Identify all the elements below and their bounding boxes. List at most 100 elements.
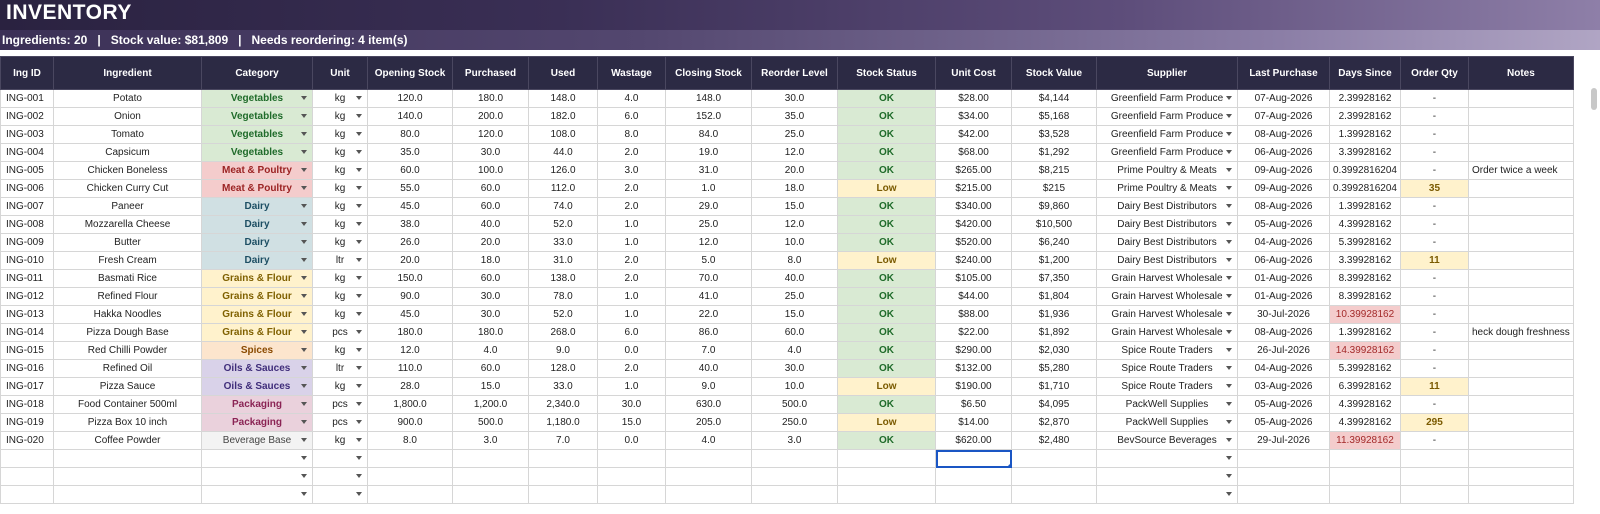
cell-closing-stock[interactable]: 25.0 xyxy=(665,215,752,234)
cell-reorder-level[interactable]: 500.0 xyxy=(751,395,838,414)
cell-unit[interactable]: kg xyxy=(312,233,368,252)
cell-notes[interactable] xyxy=(1467,233,1574,252)
cell-used[interactable]: 7.0 xyxy=(528,431,598,450)
cell-purchased-empty[interactable] xyxy=(452,485,529,504)
chevron-down-icon[interactable] xyxy=(1226,96,1232,100)
cell-supplier[interactable]: Grain Harvest Wholesale xyxy=(1096,305,1238,324)
chevron-down-icon[interactable] xyxy=(1226,114,1232,118)
cell-last-purchase[interactable]: 01-Aug-2026 xyxy=(1237,287,1330,306)
cell-ing-id[interactable]: ING-001 xyxy=(0,89,54,108)
cell-last-purchase-empty[interactable] xyxy=(1237,485,1330,504)
cell-reorder-level-empty[interactable] xyxy=(751,467,838,486)
cell-ing-id[interactable]: ING-017 xyxy=(0,377,54,396)
cell-closing-stock[interactable]: 19.0 xyxy=(665,143,752,162)
cell-stock-status[interactable]: OK xyxy=(837,143,936,162)
cell-reorder-level[interactable]: 12.0 xyxy=(751,215,838,234)
chevron-down-icon[interactable] xyxy=(301,222,307,226)
chevron-down-icon[interactable] xyxy=(1226,222,1232,226)
cell-ingredient[interactable]: Hakka Noodles xyxy=(53,305,202,324)
cell-order-qty[interactable]: 11 xyxy=(1399,251,1469,270)
cell-stock-value[interactable]: $8,215 xyxy=(1011,161,1097,180)
cell-unit-cost[interactable]: $520.00 xyxy=(935,233,1012,252)
cell-reorder-level[interactable]: 25.0 xyxy=(751,287,838,306)
cell-purchased[interactable]: 500.0 xyxy=(452,413,529,432)
chevron-down-icon[interactable] xyxy=(301,420,307,424)
cell-supplier[interactable]: Greenfield Farm Produce xyxy=(1096,143,1238,162)
cell-supplier[interactable]: Spice Route Traders xyxy=(1096,359,1238,378)
cell-ing-id[interactable]: ING-008 xyxy=(0,215,54,234)
cell-notes[interactable]: heck dough freshness xyxy=(1467,323,1574,342)
cell-supplier[interactable]: Prime Poultry & Meats xyxy=(1096,161,1238,180)
chevron-down-icon[interactable] xyxy=(356,420,362,424)
cell-notes[interactable] xyxy=(1467,413,1574,432)
cell-category[interactable]: Vegetables xyxy=(201,125,313,144)
cell-ingredient[interactable]: Pizza Box 10 inch xyxy=(53,413,202,432)
cell-unit[interactable]: kg xyxy=(312,125,368,144)
cell-wastage[interactable]: 6.0 xyxy=(597,323,666,342)
cell-opening-stock[interactable]: 140.0 xyxy=(367,107,453,126)
cell-supplier[interactable]: Dairy Best Distributors xyxy=(1096,233,1238,252)
cell-purchased-empty[interactable] xyxy=(452,467,529,486)
chevron-down-icon[interactable] xyxy=(356,150,362,154)
chevron-down-icon[interactable] xyxy=(1226,294,1232,298)
cell-stock-value[interactable]: $5,168 xyxy=(1011,107,1097,126)
cell-purchased[interactable]: 200.0 xyxy=(452,107,529,126)
cell-stock-status[interactable]: Low xyxy=(837,179,936,198)
cell-purchased[interactable]: 120.0 xyxy=(452,125,529,144)
cell-days-since[interactable]: 8.39928162 xyxy=(1329,269,1401,288)
cell-unit-cost[interactable]: $6.50 xyxy=(935,395,1012,414)
cell-unit-cost[interactable]: $420.00 xyxy=(935,215,1012,234)
column-header[interactable]: Stock Status xyxy=(837,56,936,90)
cell-notes[interactable] xyxy=(1467,269,1574,288)
column-header[interactable]: Closing Stock xyxy=(665,56,752,90)
cell-notes[interactable] xyxy=(1467,125,1574,144)
cell-stock-status[interactable]: OK xyxy=(837,323,936,342)
cell-opening-stock[interactable]: 120.0 xyxy=(367,89,453,108)
cell-last-purchase[interactable]: 08-Aug-2026 xyxy=(1237,323,1330,342)
cell-closing-stock[interactable]: 12.0 xyxy=(665,233,752,252)
cell-ing-id[interactable]: ING-013 xyxy=(0,305,54,324)
cell-closing-stock[interactable]: 29.0 xyxy=(665,197,752,216)
cell-days-since[interactable]: 0.3992816204 xyxy=(1329,179,1401,198)
cell-category[interactable]: Oils & Sauces xyxy=(201,359,313,378)
chevron-down-icon[interactable] xyxy=(1226,240,1232,244)
cell-opening-stock[interactable]: 900.0 xyxy=(367,413,453,432)
chevron-down-icon[interactable] xyxy=(356,168,362,172)
chevron-down-icon[interactable] xyxy=(1226,258,1232,262)
chevron-down-icon[interactable] xyxy=(301,204,307,208)
chevron-down-icon[interactable] xyxy=(356,96,362,100)
cell-ingredient[interactable]: Basmati Rice xyxy=(53,269,202,288)
cell-days-since[interactable]: 1.39928162 xyxy=(1329,125,1401,144)
chevron-down-icon[interactable] xyxy=(356,258,362,262)
cell-stock-status-empty[interactable] xyxy=(837,485,936,504)
cell-opening-stock[interactable]: 1,800.0 xyxy=(367,395,453,414)
cell-ing-id[interactable]: ING-019 xyxy=(0,413,54,432)
cell-closing-stock[interactable]: 31.0 xyxy=(665,161,752,180)
cell-opening-stock[interactable]: 55.0 xyxy=(367,179,453,198)
cell-opening-stock[interactable]: 110.0 xyxy=(367,359,453,378)
cell-stock-status-empty[interactable] xyxy=(837,449,936,468)
chevron-down-icon[interactable] xyxy=(356,114,362,118)
cell-ingredient[interactable]: Butter xyxy=(53,233,202,252)
cell-stock-status[interactable]: OK xyxy=(837,395,936,414)
cell-closing-stock[interactable]: 9.0 xyxy=(665,377,752,396)
cell-ing-id[interactable]: ING-011 xyxy=(0,269,54,288)
chevron-down-icon[interactable] xyxy=(301,96,307,100)
cell-ingredient[interactable]: Mozzarella Cheese xyxy=(53,215,202,234)
cell-ing-id[interactable]: ING-014 xyxy=(0,323,54,342)
cell-last-purchase[interactable]: 07-Aug-2026 xyxy=(1237,107,1330,126)
cell-used[interactable]: 33.0 xyxy=(528,377,598,396)
cell-category[interactable]: Spices xyxy=(201,341,313,360)
cell-category[interactable]: Dairy xyxy=(201,215,313,234)
cell-used[interactable]: 9.0 xyxy=(528,341,598,360)
cell-ing-id[interactable]: ING-010 xyxy=(0,251,54,270)
cell-opening-stock[interactable]: 90.0 xyxy=(367,287,453,306)
cell-purchased[interactable]: 30.0 xyxy=(452,305,529,324)
chevron-down-icon[interactable] xyxy=(1226,150,1232,154)
cell-stock-status[interactable]: Low xyxy=(837,251,936,270)
cell-days-since[interactable]: 10.39928162 xyxy=(1329,305,1401,324)
cell-order-qty-empty[interactable] xyxy=(1399,449,1469,468)
cell-stock-value[interactable]: $4,144 xyxy=(1011,89,1097,108)
cell-days-since-empty[interactable] xyxy=(1329,485,1401,504)
cell-ingredient[interactable]: Chicken Boneless xyxy=(53,161,202,180)
